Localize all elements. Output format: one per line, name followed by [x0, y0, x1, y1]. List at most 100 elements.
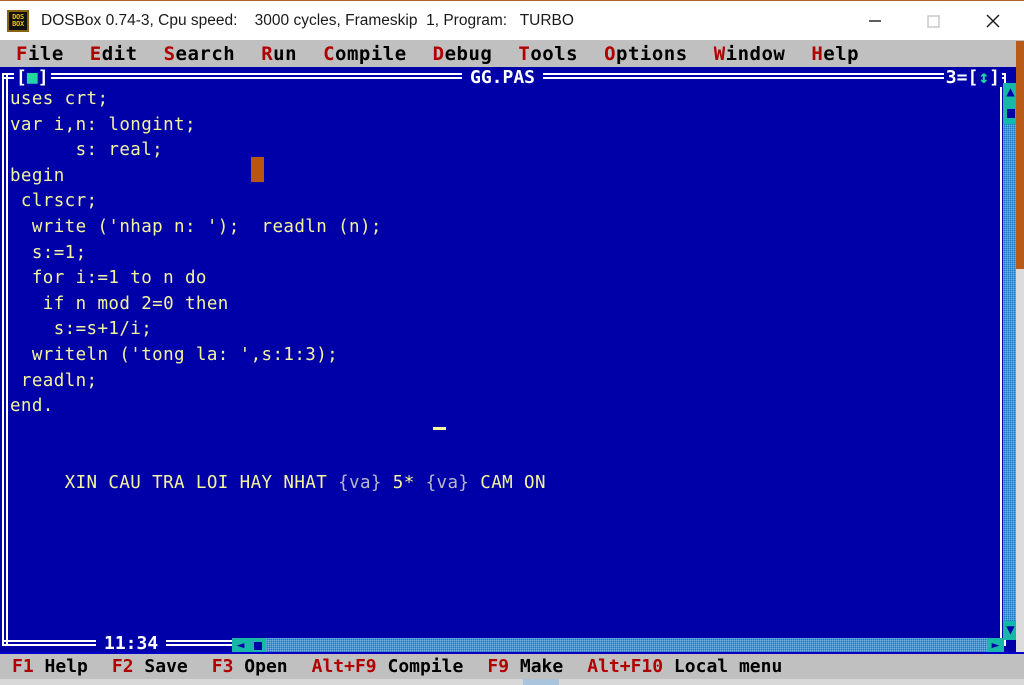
menu-hotkey: R: [261, 42, 274, 65]
menu-label: ile: [27, 42, 64, 65]
status-label: Make: [509, 656, 564, 677]
maximize-icon: [927, 15, 940, 28]
menu-label: dit: [101, 42, 138, 65]
status-key: F1: [12, 656, 34, 677]
menu-hotkey: D: [432, 42, 445, 65]
editor-frame-left: [2, 73, 8, 646]
app-icon-line-2: BOX: [12, 19, 24, 28]
dos-screen: [■] GG.PAS 3=[↕] 11:34 uses crt; var i,n…: [0, 67, 1016, 652]
vertical-scrollbar[interactable]: ▲ ▼: [1003, 83, 1016, 640]
source-code-text[interactable]: uses crt; var i,n: longint; s: real; beg…: [10, 87, 546, 497]
code-line: s: real;: [10, 140, 164, 161]
horizontal-scrollbar-thumb[interactable]: [249, 638, 266, 652]
menu-hotkey: O: [604, 42, 617, 65]
code-line: write ('nhap n: '); readln (n);: [10, 216, 382, 237]
minimize-button[interactable]: [846, 1, 904, 41]
menu-label: ools: [530, 42, 579, 65]
status-altf9-compile[interactable]: Alt+F9 Compile: [312, 656, 464, 677]
menu-label: indow: [725, 42, 786, 65]
status-key: Alt+F10: [587, 656, 664, 677]
menu-item-edit[interactable]: Edit: [90, 43, 138, 65]
text-block-cursor: [251, 157, 264, 182]
window-controls: [846, 1, 1024, 41]
code-line: var i,n: longint;: [10, 114, 196, 135]
status-label: Open: [233, 656, 288, 677]
code-line: begin: [10, 165, 65, 186]
menu-item-options[interactable]: Options: [604, 43, 688, 65]
code-line: s:=1;: [10, 242, 87, 263]
close-box-square-icon: ■: [26, 67, 38, 88]
dosbox-application-window: D O S BOX DOSBox 0.74-3, Cpu speed: 3000 c…: [0, 0, 1024, 685]
turbo-pascal-statusbar: F1 Help F2 Save F3 Open Alt+F9 Compile F…: [0, 652, 1024, 679]
menu-label: earch: [175, 42, 236, 65]
status-f2-save[interactable]: F2 Save: [112, 656, 188, 677]
menu-hotkey: S: [163, 42, 176, 65]
status-f1-help[interactable]: F1 Help: [12, 656, 88, 677]
menu-label: ompile: [335, 42, 407, 65]
close-icon: [986, 14, 1000, 28]
window-number-text: 3=[: [945, 67, 979, 88]
message-mid: 5*: [381, 472, 426, 493]
code-line: if n mod 2=0 then: [10, 293, 229, 314]
status-key: F3: [211, 656, 234, 677]
code-line: for i:=1 to n do: [10, 268, 207, 289]
status-f9-make[interactable]: F9 Make: [487, 656, 563, 677]
horizontal-scrollbar[interactable]: ◄ ►: [232, 638, 1004, 652]
menu-item-debug[interactable]: Debug: [433, 43, 493, 65]
status-altf10-local-menu[interactable]: Alt+F10 Local menu: [587, 656, 782, 677]
menu-item-search[interactable]: Search: [164, 43, 236, 65]
editor-close-box[interactable]: [■]: [14, 69, 51, 87]
window-title-text: DOSBox 0.74-3, Cpu speed: 3000 cycles, F…: [41, 11, 574, 29]
status-label: Help: [33, 656, 88, 677]
desktop-background-gray: [1016, 269, 1024, 652]
resize-arrow-icon: ↕: [978, 67, 990, 88]
status-key: F9: [487, 656, 510, 677]
menu-item-help[interactable]: Help: [811, 43, 859, 65]
editor-filename-title: GG.PAS: [462, 69, 544, 87]
code-line: readln;: [10, 370, 98, 391]
menu-label: ebug: [444, 42, 493, 65]
cursor-position-indicator: 11:34: [96, 635, 167, 652]
status-label: Save: [133, 656, 188, 677]
minimize-icon: [869, 20, 881, 22]
text-caret: [433, 427, 446, 430]
thumb-marker: [253, 641, 262, 650]
menu-item-window[interactable]: Window: [714, 43, 786, 65]
turbo-pascal-menubar: File Edit Search Run Compile Debug Tools…: [0, 40, 1024, 67]
status-key: Alt+F9: [311, 656, 377, 677]
menu-item-run[interactable]: Run: [261, 43, 297, 65]
menu-hotkey: T: [518, 42, 531, 65]
menu-item-file[interactable]: File: [16, 43, 64, 65]
window-titlebar: DOS BOX DOSBox 0.74-3, Cpu speed: 3000 c…: [0, 0, 1024, 41]
message-prefix: XIN CAU TRA LOI HAY NHAT: [10, 472, 339, 493]
menu-hotkey: F: [16, 42, 28, 65]
message-suffix: CAM ON: [469, 472, 546, 493]
vertical-scrollbar-thumb[interactable]: [1003, 102, 1016, 124]
scroll-left-arrow-icon[interactable]: ◄: [232, 638, 249, 652]
menu-item-compile[interactable]: Compile: [323, 43, 407, 65]
status-label: Compile: [376, 656, 464, 677]
menu-label: un: [273, 42, 298, 65]
taskbar-strip: [0, 679, 1024, 685]
status-f3-open[interactable]: F3 Open: [212, 656, 288, 677]
scroll-down-arrow-icon[interactable]: ▼: [1003, 621, 1016, 640]
code-line: clrscr;: [10, 191, 98, 212]
code-line: end.: [10, 396, 54, 417]
message-comment-1: {va}: [338, 472, 382, 493]
menu-hotkey: E: [89, 42, 102, 65]
status-key: F2: [111, 656, 134, 677]
menu-label: elp: [823, 42, 860, 65]
code-line: writeln ('tong la: ',s:1:3);: [10, 344, 339, 365]
scroll-right-arrow-icon[interactable]: ►: [987, 638, 1004, 652]
close-box-bracket-left: [: [16, 67, 27, 88]
menu-hotkey: C: [323, 42, 336, 65]
message-comment-2: {va}: [425, 472, 470, 493]
close-button[interactable]: [962, 1, 1024, 41]
code-line: uses crt;: [10, 89, 109, 109]
close-box-bracket-right: ]: [37, 67, 49, 88]
editor-window-number[interactable]: 3=[↕]: [943, 67, 1002, 88]
desktop-background-orange: [1016, 41, 1024, 269]
maximize-button[interactable]: [904, 1, 962, 41]
menu-item-tools[interactable]: Tools: [518, 43, 578, 65]
scroll-up-arrow-icon[interactable]: ▲: [1003, 83, 1016, 102]
